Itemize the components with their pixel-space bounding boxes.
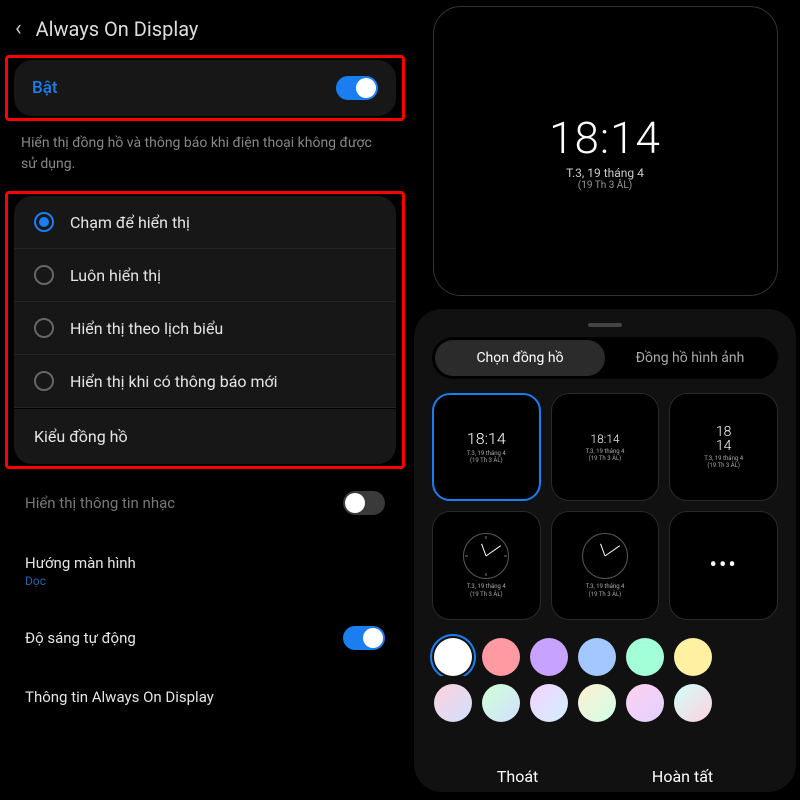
display-mode-list: Chạm để hiển thị Luôn hiển thị Hiển thị …: [14, 196, 396, 464]
color-picker-row-1: [422, 630, 788, 676]
analog-clock-icon: [463, 533, 509, 579]
color-swatch[interactable]: [674, 638, 712, 676]
preview-date-lunar: (19 Th 3 ÂL): [578, 180, 632, 191]
highlight-main-toggle: Bật: [5, 55, 405, 121]
auto-brightness-label: Độ sáng tự động: [25, 629, 136, 647]
clock-style-digital-small[interactable]: 18:14 T.3, 19 tháng 4(19 Th 3 ÂL): [551, 393, 660, 502]
color-swatch[interactable]: [578, 684, 616, 722]
color-swatch[interactable]: [578, 638, 616, 676]
color-swatch[interactable]: [674, 684, 712, 722]
style-time: 1814: [716, 425, 732, 453]
done-button[interactable]: Hoàn tất: [652, 767, 713, 786]
clock-style-digital-large[interactable]: 18:14 T.3, 19 tháng 4(19 Th 3 ÂL): [432, 393, 541, 502]
color-swatch[interactable]: [434, 684, 472, 722]
color-swatch[interactable]: [434, 638, 472, 676]
mode-always-show[interactable]: Luôn hiển thị: [14, 249, 396, 302]
color-swatch[interactable]: [626, 638, 664, 676]
color-swatch[interactable]: [482, 684, 520, 722]
orientation-value: Dọc: [25, 574, 385, 588]
auto-brightness-row[interactable]: Độ sáng tự động: [5, 610, 405, 666]
radio-icon: [34, 265, 54, 285]
style-time: 18:14: [467, 429, 506, 448]
color-swatch[interactable]: [530, 638, 568, 676]
music-info-switch[interactable]: [343, 491, 385, 515]
back-icon[interactable]: ‹: [15, 16, 22, 41]
music-info-label: Hiển thị thông tin nhạc: [25, 494, 175, 512]
mode-label: Chạm để hiển thị: [70, 213, 190, 232]
tab-segment: Chọn đồng hồ Đồng hồ hình ảnh: [432, 337, 778, 379]
exit-button[interactable]: Thoát: [497, 767, 538, 786]
more-icon: •••: [710, 553, 738, 578]
style-time: 18:14: [590, 432, 619, 446]
aod-preview: 18:14 T.3, 19 tháng 4 (19 Th 3 ÂL): [433, 6, 778, 296]
radio-icon: [34, 212, 54, 232]
clock-style-analog-plain[interactable]: T.3, 19 tháng 4(19 Th 3 ÂL): [551, 511, 660, 620]
main-toggle-switch[interactable]: [336, 76, 378, 100]
main-toggle-row[interactable]: Bật: [14, 60, 396, 116]
clock-style-label: Kiểu đồng hồ: [34, 427, 128, 446]
clock-style-more[interactable]: •••: [669, 511, 778, 620]
radio-icon: [34, 371, 54, 391]
color-swatch[interactable]: [482, 638, 520, 676]
main-toggle-label: Bật: [32, 78, 58, 98]
clock-style-screen: 18:14 T.3, 19 tháng 4 (19 Th 3 ÂL) Chọn …: [410, 0, 800, 800]
bottom-actions: Thoát Hoàn tất: [410, 767, 800, 786]
description-text: Hiển thị đồng hồ và thông báo khi điện t…: [5, 121, 405, 191]
mode-new-notification[interactable]: Hiển thị khi có thông báo mới: [14, 355, 396, 408]
tab-clock[interactable]: Chọn đồng hồ: [435, 340, 605, 376]
about-label: Thông tin Always On Display: [25, 688, 214, 706]
preview-time: 18:14: [549, 112, 661, 164]
orientation-row[interactable]: Hướng màn hình Dọc: [5, 537, 405, 604]
auto-brightness-switch[interactable]: [343, 626, 385, 650]
color-swatch[interactable]: [626, 684, 664, 722]
mode-label: Luôn hiển thị: [70, 266, 161, 285]
clock-style-grid: 18:14 T.3, 19 tháng 4(19 Th 3 ÂL) 18:14 …: [422, 389, 788, 630]
clock-style-digital-split[interactable]: 1814 T.3, 19 tháng 4(19 Th 3 ÂL): [669, 393, 778, 502]
mode-schedule[interactable]: Hiển thị theo lịch biểu: [14, 302, 396, 355]
highlight-display-modes: Chạm để hiển thị Luôn hiển thị Hiển thị …: [5, 191, 405, 469]
header: ‹ Always On Display: [5, 10, 405, 55]
preview-date: T.3, 19 tháng 4: [566, 166, 644, 180]
tab-image-clock[interactable]: Đồng hồ hình ảnh: [605, 340, 775, 376]
mode-label: Hiển thị khi có thông báo mới: [70, 372, 278, 391]
analog-clock-icon: [582, 533, 628, 579]
music-info-row[interactable]: Hiển thị thông tin nhạc: [5, 475, 405, 531]
sheet-handle-icon[interactable]: [588, 323, 622, 327]
mode-label: Hiển thị theo lịch biểu: [70, 319, 223, 338]
about-row[interactable]: Thông tin Always On Display: [5, 672, 405, 722]
color-swatch[interactable]: [530, 684, 568, 722]
clock-picker-sheet: Chọn đồng hồ Đồng hồ hình ảnh 18:14 T.3,…: [414, 309, 796, 792]
radio-icon: [34, 318, 54, 338]
color-picker-row-2: [422, 676, 788, 722]
mode-tap-to-show[interactable]: Chạm để hiển thị: [14, 196, 396, 249]
clock-style-row[interactable]: Kiểu đồng hồ: [14, 408, 396, 464]
page-title: Always On Display: [36, 17, 199, 41]
clock-style-analog-marks[interactable]: T.3, 19 tháng 4(19 Th 3 ÂL): [432, 511, 541, 620]
orientation-label: Hướng màn hình: [25, 554, 136, 572]
settings-screen: ‹ Always On Display Bật Hiển thị đồng hồ…: [0, 0, 410, 800]
